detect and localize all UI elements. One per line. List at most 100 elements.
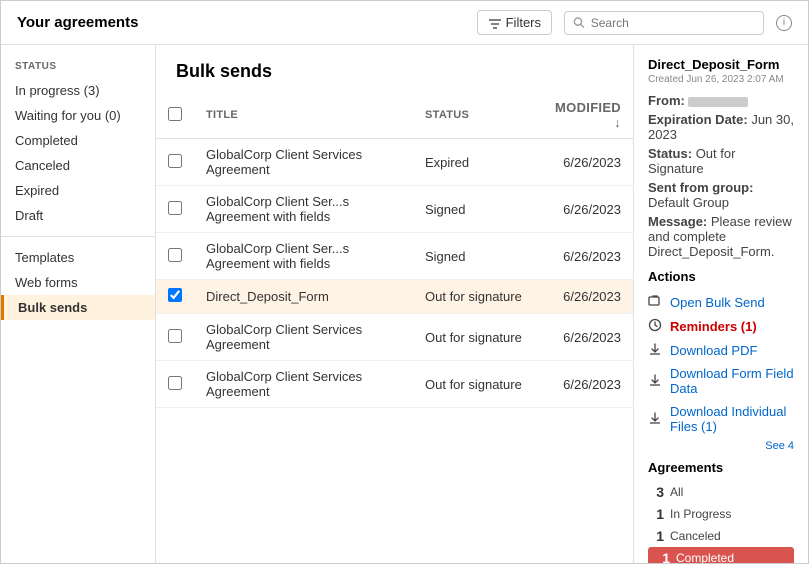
row-checkbox-1[interactable] xyxy=(168,201,182,215)
col-status-header: STATUS xyxy=(413,92,543,139)
panel-status: Status: Out for Signature xyxy=(648,146,794,176)
sidebar-item-canceled[interactable]: Canceled xyxy=(1,153,155,178)
page-title: Bulk sends xyxy=(176,61,613,82)
col-modified-header: MODIFIED ↓ xyxy=(543,92,633,139)
row-checkbox-5[interactable] xyxy=(168,376,182,390)
agreement-row-0[interactable]: 3 All xyxy=(648,481,794,503)
row-title-3: Direct_Deposit_Form xyxy=(194,280,413,314)
action-label-reminders: Reminders (1) xyxy=(670,319,757,334)
download-icon xyxy=(648,373,664,389)
row-title-5: GlobalCorp Client Services Agreement xyxy=(194,361,413,408)
row-title-2: GlobalCorp Client Ser...s Agreement with… xyxy=(194,233,413,280)
download-icon xyxy=(648,411,664,427)
action-reminders[interactable]: Reminders (1) xyxy=(648,314,794,338)
search-box[interactable] xyxy=(564,11,764,35)
right-panel: Direct_Deposit_Form Created Jun 26, 2023… xyxy=(633,45,808,563)
agreements-table: TITLE STATUS MODIFIED ↓ GlobalCorp Clien… xyxy=(156,92,633,408)
agreement-label-0: All xyxy=(670,485,683,499)
table-row[interactable]: GlobalCorp Client Services Agreement Out… xyxy=(156,314,633,361)
row-modified-1: 6/26/2023 xyxy=(543,186,633,233)
sidebar-item-completed[interactable]: Completed xyxy=(1,128,155,153)
table-row[interactable]: Direct_Deposit_Form Out for signature 6/… xyxy=(156,280,633,314)
agreement-count-2: 1 xyxy=(648,528,664,544)
sidebar-item-in-progress[interactable]: In progress (3) xyxy=(1,78,155,103)
action-download-individual-files[interactable]: Download Individual Files (1) xyxy=(648,400,794,438)
table-row[interactable]: GlobalCorp Client Ser...s Agreement with… xyxy=(156,233,633,280)
row-modified-3: 6/26/2023 xyxy=(543,280,633,314)
sidebar: STATUS In progress (3) Waiting for you (… xyxy=(1,45,156,563)
sidebar-item-web-forms[interactable]: Web forms xyxy=(1,270,155,295)
download-icon xyxy=(648,342,664,358)
table-row[interactable]: GlobalCorp Client Services Agreement Exp… xyxy=(156,139,633,186)
agreement-count-3: 1 xyxy=(654,550,670,563)
agreements-title: Agreements xyxy=(648,460,794,475)
table-row[interactable]: GlobalCorp Client Ser...s Agreement with… xyxy=(156,186,633,233)
top-bar: Your agreements Filters i xyxy=(1,1,808,45)
row-checkbox-2[interactable] xyxy=(168,248,182,262)
row-checkbox-3[interactable] xyxy=(168,288,182,302)
action-label-download-form-field-data: Download Form Field Data xyxy=(670,366,794,396)
filter-icon xyxy=(488,16,502,30)
select-all-checkbox[interactable] xyxy=(168,107,182,121)
action-label-download-individual-files: Download Individual Files (1) xyxy=(670,404,794,434)
sidebar-item-expired[interactable]: Expired xyxy=(1,178,155,203)
row-modified-4: 6/26/2023 xyxy=(543,314,633,361)
agreement-label-1: In Progress xyxy=(670,507,731,521)
row-status-0: Expired xyxy=(413,139,543,186)
sidebar-item-bulk-sends[interactable]: Bulk sends xyxy=(1,295,155,320)
row-status-2: Signed xyxy=(413,233,543,280)
panel-expiration: Expiration Date: Jun 30, 2023 xyxy=(648,112,794,142)
col-title-header: TITLE xyxy=(194,92,413,139)
info-icon[interactable]: i xyxy=(776,15,792,31)
actions-list: Open Bulk Send Reminders (1) Download PD… xyxy=(648,290,794,438)
sort-icon: ↓ xyxy=(614,115,621,130)
panel-message: Message: Please review and complete Dire… xyxy=(648,214,794,259)
panel-from-value xyxy=(688,97,748,107)
row-modified-0: 6/26/2023 xyxy=(543,139,633,186)
agreement-row-1[interactable]: 1 In Progress xyxy=(648,503,794,525)
app-title: Your agreements xyxy=(17,14,465,31)
row-status-4: Out for signature xyxy=(413,314,543,361)
action-label-download-pdf: Download PDF xyxy=(670,343,757,358)
action-download-pdf[interactable]: Download PDF xyxy=(648,338,794,362)
agreement-count-0: 3 xyxy=(648,484,664,500)
action-label-open-bulk-send: Open Bulk Send xyxy=(670,295,765,310)
row-title-4: GlobalCorp Client Services Agreement xyxy=(194,314,413,361)
main-window: Your agreements Filters i STATUS In prog… xyxy=(0,0,809,564)
filter-button[interactable]: Filters xyxy=(477,10,552,35)
agreement-label-3: Completed xyxy=(676,551,734,563)
agreement-row-3[interactable]: 1 Completed xyxy=(648,547,794,563)
agreement-count-1: 1 xyxy=(648,506,664,522)
row-status-5: Out for signature xyxy=(413,361,543,408)
sidebar-item-draft[interactable]: Draft xyxy=(1,203,155,228)
clock-icon xyxy=(648,318,664,334)
row-status-1: Signed xyxy=(413,186,543,233)
row-title-1: GlobalCorp Client Ser...s Agreement with… xyxy=(194,186,413,233)
panel-subtitle: Created Jun 26, 2023 2:07 AM xyxy=(648,74,794,85)
agreement-row-2[interactable]: 1 Canceled xyxy=(648,525,794,547)
sidebar-item-waiting-for-you[interactable]: Waiting for you (0) xyxy=(1,103,155,128)
panel-from: From: xyxy=(648,93,794,108)
row-status-3: Out for signature xyxy=(413,280,543,314)
sidebar-item-templates[interactable]: Templates xyxy=(1,245,155,270)
sidebar-divider xyxy=(1,236,155,237)
actions-title: Actions xyxy=(648,269,794,284)
row-modified-2: 6/26/2023 xyxy=(543,233,633,280)
status-section-label: STATUS xyxy=(1,57,155,78)
row-checkbox-4[interactable] xyxy=(168,329,182,343)
row-title-0: GlobalCorp Client Services Agreement xyxy=(194,139,413,186)
row-modified-5: 6/26/2023 xyxy=(543,361,633,408)
action-download-form-field-data[interactable]: Download Form Field Data xyxy=(648,362,794,400)
panel-title: Direct_Deposit_Form xyxy=(648,57,794,72)
search-icon xyxy=(573,16,585,29)
table-row[interactable]: GlobalCorp Client Services Agreement Out… xyxy=(156,361,633,408)
search-input[interactable] xyxy=(591,16,755,30)
agreements-list: 3 All 1 In Progress 1 Canceled 1 Complet… xyxy=(648,481,794,563)
see-all-link[interactable]: See 4 xyxy=(648,440,794,452)
content-area: Bulk sends TITLE STATUS MODIFIED ↓ xyxy=(156,45,633,563)
row-checkbox-0[interactable] xyxy=(168,154,182,168)
panel-sent-from: Sent from group: Default Group xyxy=(648,180,794,210)
main-area: STATUS In progress (3) Waiting for you (… xyxy=(1,45,808,563)
action-open-bulk-send[interactable]: Open Bulk Send xyxy=(648,290,794,314)
open-icon xyxy=(648,294,664,310)
